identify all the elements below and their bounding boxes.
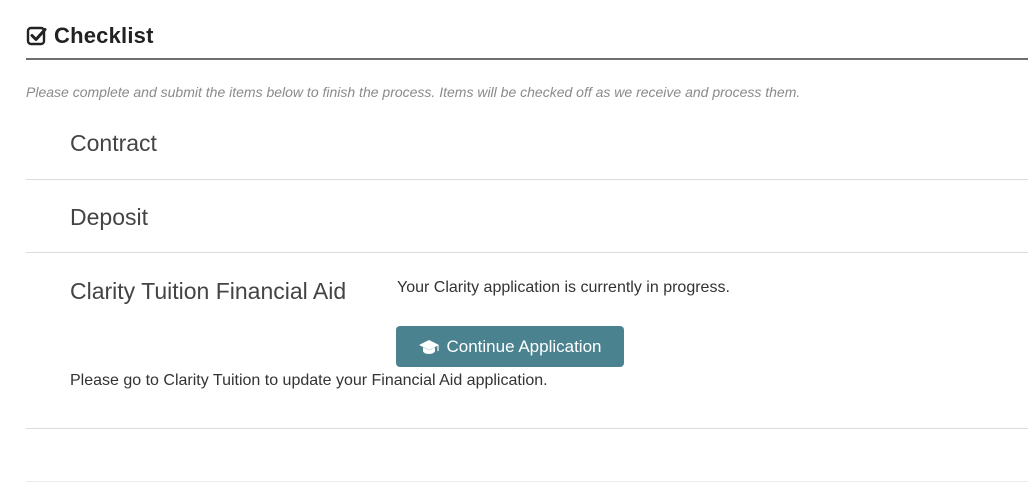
checklist-panel: Checklist Please complete and submit the…	[0, 0, 1028, 484]
instructions-text: Please complete and submit the items bel…	[26, 84, 801, 100]
graduation-cap-icon	[419, 339, 440, 354]
item-divider	[26, 428, 1028, 429]
checklist-item-deposit: Deposit	[70, 204, 148, 230]
item-divider	[26, 252, 1028, 253]
check-square-icon	[26, 26, 47, 46]
application-status-text: Your Clarity application is currently in…	[397, 279, 730, 296]
checklist-header: Checklist	[26, 20, 154, 52]
bottom-divider	[26, 481, 1028, 482]
page-title: Checklist	[54, 23, 154, 48]
financial-aid-note: Please go to Clarity Tuition to update y…	[70, 372, 548, 389]
checklist-item-financial-aid: Clarity Tuition Financial Aid	[70, 278, 347, 304]
header-divider	[26, 58, 1028, 60]
continue-application-label: Continue Application	[446, 336, 602, 356]
continue-application-button[interactable]: Continue Application	[396, 326, 624, 367]
item-divider	[26, 179, 1028, 180]
checklist-item-contract: Contract	[70, 130, 157, 156]
